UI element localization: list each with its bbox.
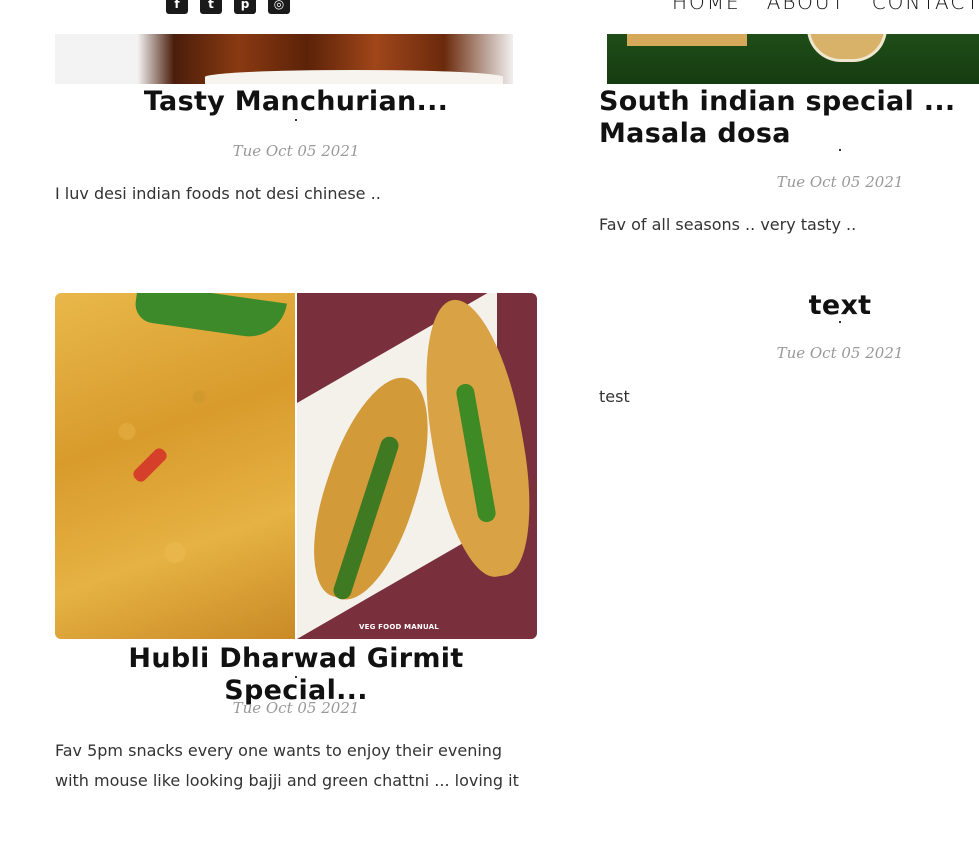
pinterest-icon[interactable]: p <box>234 0 256 14</box>
post-title[interactable]: text <box>599 290 979 322</box>
post-image-manchurian[interactable] <box>55 34 513 84</box>
bajji-photo: VEG FOOD MANUAL <box>293 293 537 639</box>
post-image-masala-dosa[interactable] <box>607 34 979 84</box>
post-image-girmit-bajji[interactable]: VEG FOOD MANUAL <box>55 293 537 639</box>
nav-contact[interactable]: CONTACT <box>872 0 979 14</box>
image-watermark: VEG FOOD MANUAL <box>359 623 439 631</box>
post-title[interactable]: Tasty Manchurian... <box>55 86 537 118</box>
separator-dot <box>839 321 841 323</box>
post-date: Tue Oct 05 2021 <box>232 699 360 717</box>
instagram-icon[interactable]: ◎ <box>268 0 290 14</box>
nav-home[interactable]: HOME <box>672 0 741 14</box>
nav-about[interactable]: ABOUT <box>767 0 846 14</box>
facebook-icon[interactable]: f <box>166 0 188 14</box>
site-header: f t p ◎ HOME ABOUT CONTACT <box>0 0 979 34</box>
post-title[interactable]: South indian special ... Masala dosa <box>599 86 979 150</box>
post-date: Tue Oct 05 2021 <box>776 344 904 362</box>
twitter-icon[interactable]: t <box>200 0 222 14</box>
post-excerpt: test <box>599 387 630 406</box>
girmit-photo <box>55 293 295 639</box>
separator-dot <box>295 676 297 678</box>
post-excerpt: I luv desi indian foods not desi chinese… <box>55 184 381 203</box>
main-nav: HOME ABOUT CONTACT <box>672 0 979 14</box>
post-date: Tue Oct 05 2021 <box>776 173 904 191</box>
separator-dot <box>295 119 297 121</box>
social-links: f t p ◎ <box>166 0 290 14</box>
post-title[interactable]: Hubli Dharwad Girmit Special... <box>55 643 537 707</box>
separator-dot <box>839 149 841 151</box>
post-excerpt: Fav 5pm snacks every one wants to enjoy … <box>55 741 519 790</box>
post-date: Tue Oct 05 2021 <box>232 142 360 160</box>
post-excerpt: Fav of all seasons .. very tasty .. <box>599 215 857 234</box>
